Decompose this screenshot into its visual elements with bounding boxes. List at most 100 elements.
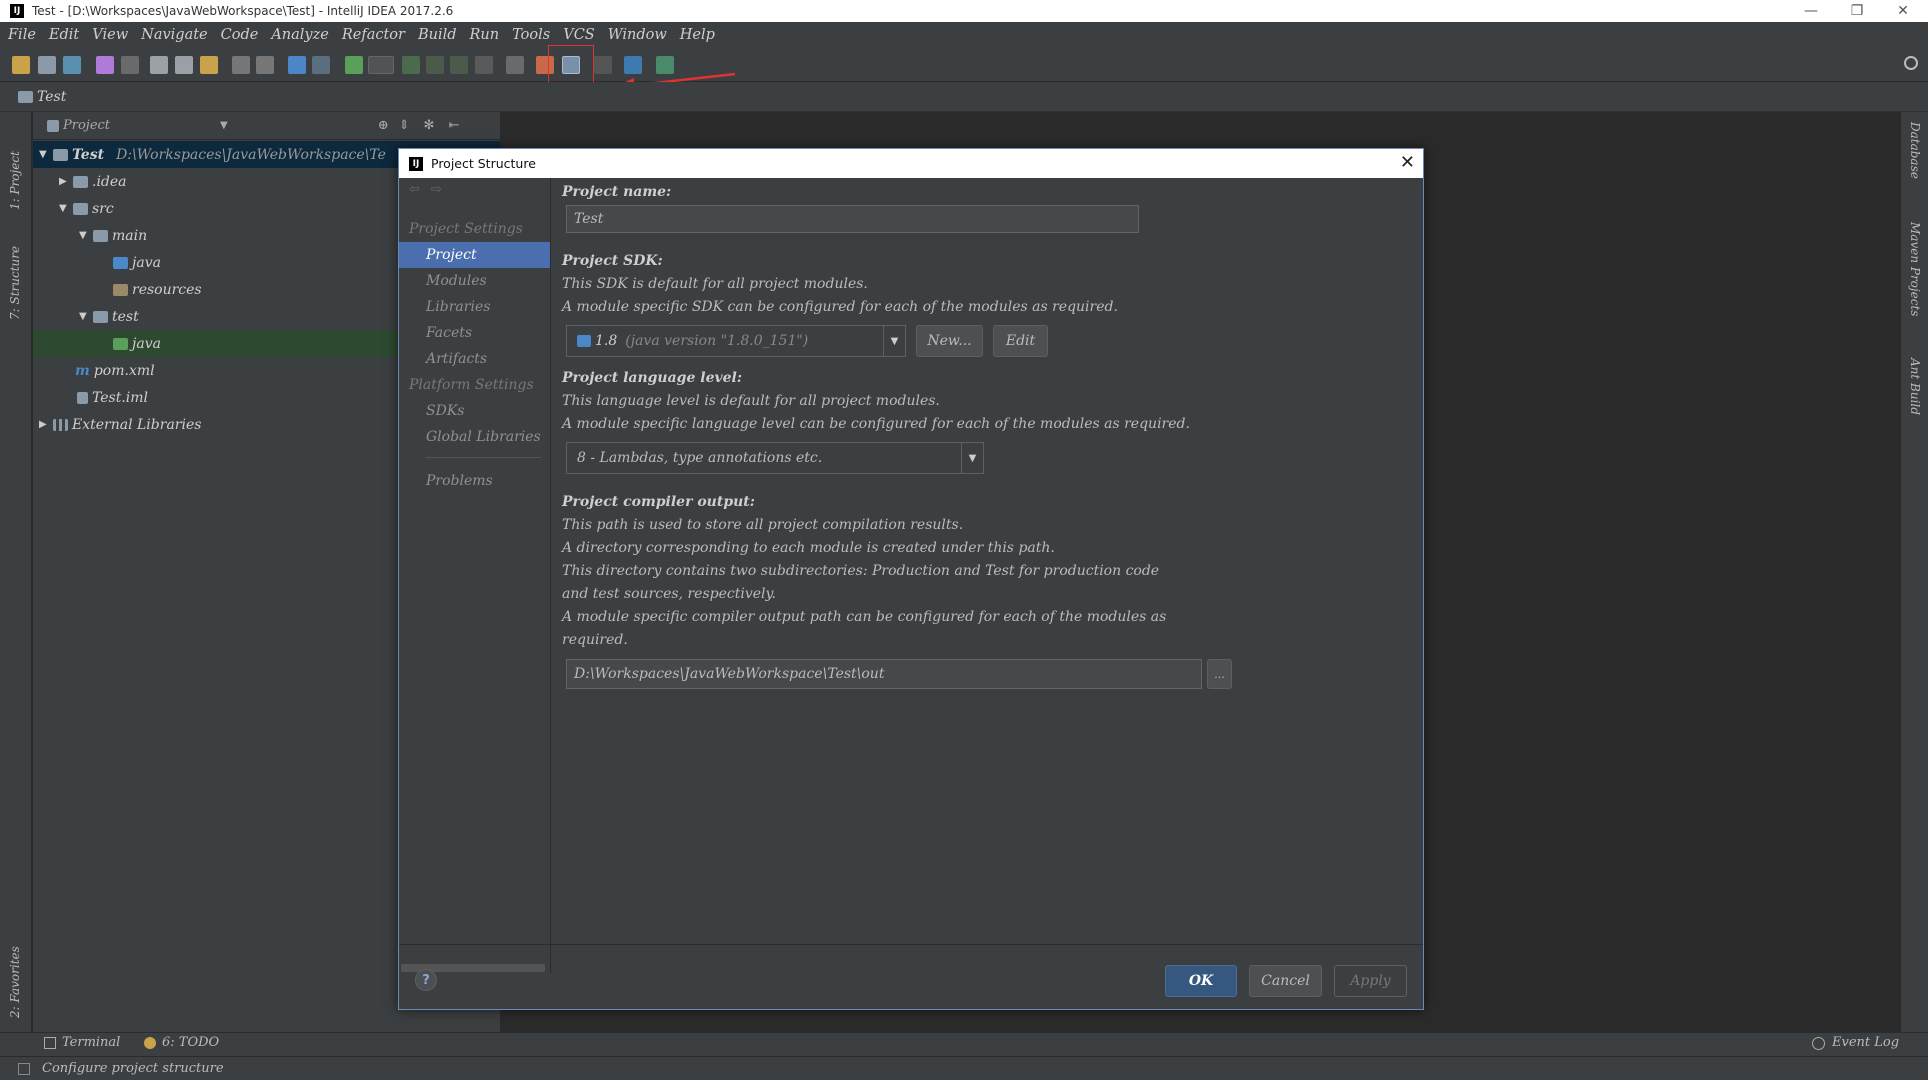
restore-icon[interactable]: ❐	[1834, 0, 1880, 22]
tool-window-event-log[interactable]: Event Log	[1832, 1035, 1899, 1050]
folder-icon	[93, 229, 108, 242]
ok-button[interactable]: OK	[1165, 965, 1237, 997]
compiler-output-desc-5: A module specific compiler output path c…	[562, 609, 1167, 625]
search-everywhere-icon[interactable]	[1904, 56, 1918, 70]
chevron-down-icon[interactable]: ▼	[79, 311, 93, 322]
chevron-down-icon[interactable]: ▼	[39, 149, 53, 160]
find-icon[interactable]	[232, 56, 250, 74]
project-view-selector[interactable]: Project	[63, 118, 110, 133]
language-level-select[interactable]: 8 - Lambdas, type annotations etc. ▼	[566, 442, 984, 474]
tool-window-terminal[interactable]: Terminal	[62, 1035, 120, 1050]
sidebar-item-problems[interactable]: Problems	[399, 468, 550, 494]
source-folder-icon	[113, 256, 128, 269]
chevron-down-icon[interactable]: ▼	[79, 230, 93, 241]
cut-icon[interactable]	[150, 56, 168, 74]
collapse-icon[interactable]: ⇕	[399, 118, 410, 133]
minimize-icon[interactable]: —	[1788, 0, 1834, 22]
forward-icon[interactable]	[312, 56, 330, 74]
tool-window-maven[interactable]: Maven Projects	[1908, 222, 1922, 342]
menu-edit[interactable]: Edit	[49, 27, 79, 43]
redo-icon[interactable]	[121, 56, 139, 74]
menu-analyze[interactable]: Analyze	[271, 27, 329, 43]
bottom-tool-bar: Terminal 6: TODO Event Log	[0, 1032, 1928, 1056]
chevron-right-icon[interactable]: ▶	[59, 176, 73, 187]
menu-run[interactable]: Run	[470, 27, 500, 43]
stop-icon[interactable]	[475, 56, 493, 74]
new-sdk-button[interactable]: New...	[916, 325, 983, 357]
debug-icon[interactable]	[426, 56, 444, 74]
copy-icon[interactable]	[175, 56, 193, 74]
coverage-icon[interactable]	[450, 56, 468, 74]
window-close-icon[interactable]: ✕	[1880, 0, 1926, 22]
left-tool-strip: 1: Project 7: Structure 2: Favorites	[0, 112, 32, 1032]
run-config-dropdown[interactable]	[368, 56, 394, 74]
chevron-down-icon[interactable]: ▼	[961, 443, 983, 473]
save-icon[interactable]	[38, 56, 56, 74]
undo-icon[interactable]	[96, 56, 114, 74]
sync-icon[interactable]	[63, 56, 81, 74]
paste-icon[interactable]	[200, 56, 218, 74]
replace-icon[interactable]	[256, 56, 274, 74]
menu-tools[interactable]: Tools	[512, 27, 550, 43]
tool-window-database[interactable]: Database	[1908, 122, 1922, 212]
sidebar-divider	[426, 457, 541, 458]
folder-icon	[93, 310, 108, 323]
project-sdk-desc-1: This SDK is default for all project modu…	[562, 276, 868, 292]
breadcrumb-item[interactable]: Test	[37, 89, 66, 105]
chevron-right-icon[interactable]: ▶	[39, 419, 53, 430]
language-level-desc-2: A module specific language level can be …	[562, 416, 1190, 432]
nav-forward-icon[interactable]: ⇨	[431, 182, 442, 197]
attach-icon[interactable]	[506, 56, 524, 74]
locate-icon[interactable]: ⊕	[378, 118, 389, 133]
menu-file[interactable]: File	[8, 27, 36, 43]
edit-sdk-button[interactable]: Edit	[993, 325, 1048, 357]
project-name-input[interactable]: Test	[566, 205, 1139, 233]
menu-code[interactable]: Code	[221, 27, 259, 43]
tool-window-structure[interactable]: 7: Structure	[8, 220, 22, 320]
hide-icon[interactable]: ⇤	[448, 118, 459, 133]
tool-window-project[interactable]: 1: Project	[8, 120, 22, 210]
folder-icon	[73, 175, 88, 188]
menu-window[interactable]: Window	[608, 27, 667, 43]
sidebar-item-sdks[interactable]: SDKs	[399, 398, 550, 424]
browse-button[interactable]: ...	[1207, 659, 1232, 689]
window-title-bar: IJ Test - [D:\Workspaces\JavaWebWorkspac…	[0, 0, 1928, 22]
sidebar-item-libraries[interactable]: Libraries	[399, 294, 550, 320]
help-button[interactable]: ?	[415, 969, 437, 991]
sidebar-item-artifacts[interactable]: Artifacts	[399, 346, 550, 372]
gear-icon[interactable]: ✻	[424, 118, 435, 133]
project-sdk-select[interactable]: 1.8 (java version "1.8.0_151") ▼	[566, 325, 906, 357]
menu-help[interactable]: Help	[680, 27, 715, 43]
close-icon[interactable]: ✕	[1400, 152, 1415, 173]
menu-build[interactable]: Build	[418, 27, 457, 43]
chevron-down-icon[interactable]: ▼	[220, 120, 228, 131]
compiler-output-path-input[interactable]: D:\Workspaces\JavaWebWorkspace\Test\out	[566, 659, 1202, 689]
chevron-down-icon[interactable]: ▼	[883, 326, 905, 356]
sidebar-item-global-libraries[interactable]: Global Libraries	[399, 424, 550, 450]
tool-window-ant[interactable]: Ant Build	[1908, 358, 1922, 448]
apply-button[interactable]: Apply	[1334, 965, 1407, 997]
folder-icon	[73, 202, 88, 215]
cancel-button[interactable]: Cancel	[1249, 965, 1322, 997]
dialog-title-bar: IJ Project Structure ✕	[399, 149, 1423, 178]
menu-refactor[interactable]: Refactor	[342, 27, 405, 43]
intellij-logo-icon: IJ	[10, 4, 24, 18]
tool-window-favorites[interactable]: 2: Favorites	[8, 918, 22, 1018]
menu-vcs[interactable]: VCS	[563, 27, 595, 43]
project-sdk-label: Project SDK:	[562, 253, 663, 269]
sidebar-item-modules[interactable]: Modules	[399, 268, 550, 294]
menu-view[interactable]: View	[92, 27, 128, 43]
run-icon[interactable]	[402, 56, 420, 74]
sidebar-item-facets[interactable]: Facets	[399, 320, 550, 346]
tool-window-todo[interactable]: 6: TODO	[162, 1035, 219, 1050]
chevron-down-icon[interactable]: ▼	[59, 203, 73, 214]
nav-back-icon[interactable]: ⇦	[409, 182, 420, 197]
status-toggle-icon[interactable]	[18, 1062, 30, 1075]
back-icon[interactable]	[288, 56, 306, 74]
build-icon[interactable]	[345, 56, 363, 74]
sidebar-item-project[interactable]: Project	[399, 242, 550, 268]
open-folder-icon[interactable]	[12, 56, 30, 74]
window-title: Test - [D:\Workspaces\JavaWebWorkspace\T…	[32, 4, 454, 18]
menu-navigate[interactable]: Navigate	[141, 27, 208, 43]
todo-icon	[144, 1037, 156, 1049]
